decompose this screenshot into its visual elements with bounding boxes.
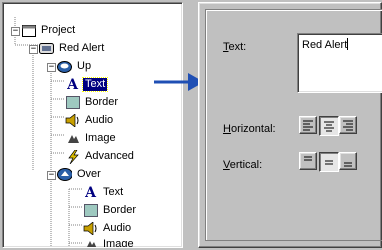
tree-item-up[interactable]: Up	[57, 59, 93, 74]
align-right-icon	[343, 120, 353, 131]
vertical-label: Vertical:	[223, 159, 262, 171]
tree-item-label: Project	[41, 24, 76, 36]
state-up-icon	[57, 60, 72, 74]
speaker-icon	[65, 114, 80, 128]
tree-item-label: Advanced	[85, 150, 134, 162]
text-a-icon: A	[67, 76, 78, 93]
tree-item-over-text[interactable]: A Text	[83, 184, 125, 201]
tree-item-label: Red Alert	[59, 42, 105, 54]
tree-item-label: Audio	[103, 222, 132, 234]
align-left-button[interactable]	[299, 116, 317, 134]
tree-item-over-image[interactable]: Image	[83, 237, 136, 248]
tree-item-over[interactable]: Over	[57, 167, 103, 182]
align-top-icon	[304, 156, 312, 161]
text-input-value: Red Alert	[302, 39, 348, 51]
collapse-toggle-over[interactable]: −	[47, 171, 56, 180]
align-right-button[interactable]	[339, 116, 357, 134]
text-caret	[347, 38, 349, 50]
align-middle-button[interactable]	[319, 152, 339, 172]
image-icon	[83, 238, 98, 247]
project-tree[interactable]: − Project − Red Alert − Up A Text Border	[2, 2, 183, 248]
tree-item-label: Border	[103, 204, 137, 216]
tree-item-label: Image	[103, 238, 134, 248]
align-center-button[interactable]	[319, 116, 339, 136]
align-middle-icon	[325, 160, 333, 165]
speaker-icon	[83, 222, 98, 236]
horizontal-accelerator: H	[223, 123, 231, 135]
tree-item-label: Up	[77, 60, 92, 72]
align-top-button[interactable]	[299, 152, 317, 170]
align-bottom-icon	[344, 162, 352, 167]
text-input[interactable]: Red Alert	[297, 33, 382, 93]
properties-panel: Text: Red Alert Horizontal: Vertical:	[198, 2, 382, 248]
tree-item-project[interactable]: Project	[21, 23, 77, 38]
tree-item-label: Image	[85, 132, 116, 144]
border-icon	[83, 204, 98, 218]
horizontal-label: Horizontal:	[223, 123, 276, 135]
tree-item-red-alert[interactable]: Red Alert	[39, 41, 106, 56]
tree-item-up-border[interactable]: Border	[65, 95, 120, 110]
vertical-label-rest: ertical:	[229, 159, 263, 171]
document-icon	[21, 24, 36, 38]
tree-item-label: Border	[85, 96, 119, 108]
tree-item-over-audio[interactable]: Audio	[83, 221, 133, 236]
text-label-rest: ext:	[228, 41, 247, 53]
align-center-icon	[324, 121, 334, 132]
collapse-toggle-red-alert[interactable]: −	[29, 45, 38, 54]
tree-item-label: Text	[103, 186, 124, 198]
tree-item-up-text[interactable]: A Text	[65, 76, 109, 93]
tree-item-label: Over	[77, 168, 101, 180]
align-left-icon	[303, 120, 313, 131]
tree-item-up-advanced[interactable]: Advanced	[65, 149, 136, 164]
align-bottom-button[interactable]	[339, 152, 357, 170]
state-over-icon	[57, 168, 72, 182]
border-icon	[65, 96, 80, 110]
vertical-accelerator: V	[223, 159, 230, 171]
monitor-icon	[39, 42, 54, 56]
tree-item-up-audio[interactable]: Audio	[65, 113, 115, 128]
collapse-toggle-up[interactable]: −	[47, 63, 56, 72]
tree-item-label: Audio	[85, 114, 114, 126]
collapse-toggle-project[interactable]: −	[11, 27, 20, 36]
tree-item-over-border[interactable]: Border	[83, 203, 138, 218]
tree-item-label: Text	[81, 77, 109, 92]
horizontal-label-rest: orizontal:	[230, 123, 276, 135]
tree-item-up-image[interactable]: Image	[65, 131, 118, 146]
text-field-label: Text:	[223, 41, 246, 53]
text-a-icon: A	[85, 184, 96, 201]
lightning-icon	[65, 149, 80, 164]
image-icon	[65, 132, 80, 146]
